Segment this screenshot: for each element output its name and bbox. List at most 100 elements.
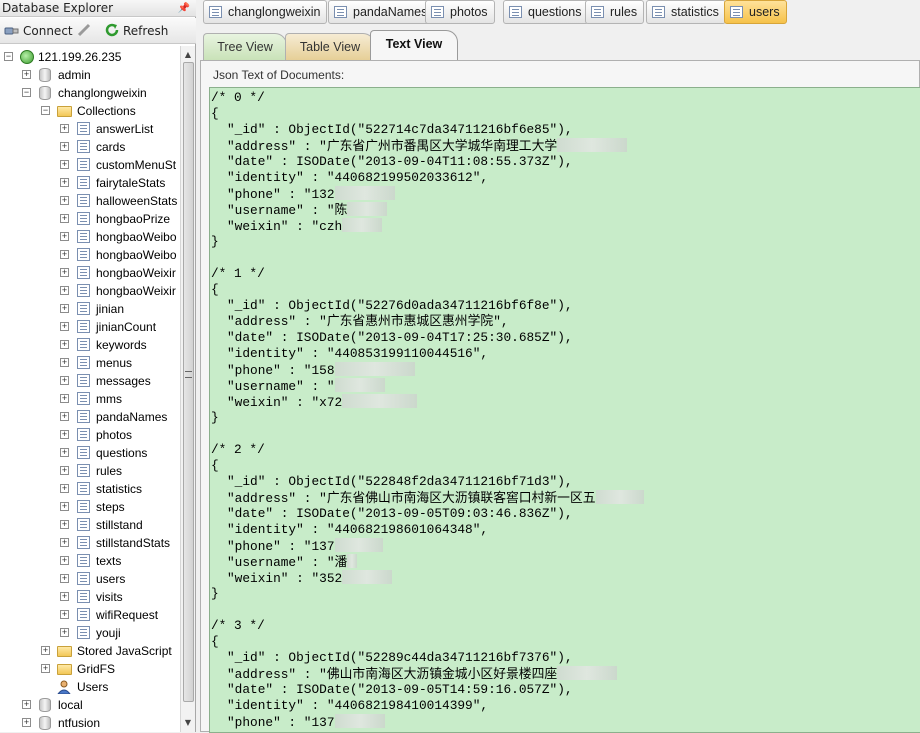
- expand-icon[interactable]: +: [60, 574, 69, 583]
- expand-icon[interactable]: +: [60, 160, 69, 169]
- expand-icon[interactable]: +: [60, 466, 69, 475]
- expand-icon[interactable]: +: [60, 268, 69, 277]
- folder-icon: [57, 664, 72, 675]
- json-field-line: "date" : ISODate("2013-09-05T09:03:46.83…: [211, 506, 920, 522]
- expand-icon[interactable]: +: [60, 628, 69, 637]
- collection-icon: [591, 6, 604, 18]
- json-field-text: "identity" : "440682198410014399",: [227, 698, 489, 713]
- connect-button[interactable]: Connect: [4, 21, 73, 41]
- expand-icon[interactable]: +: [60, 340, 69, 349]
- expand-icon[interactable]: +: [60, 520, 69, 529]
- collection-label: messages: [96, 374, 151, 388]
- tab-collection-rules[interactable]: rules: [585, 0, 645, 24]
- expand-icon[interactable]: +: [60, 502, 69, 511]
- redaction-blur: [334, 362, 415, 376]
- json-field-text: "weixin" : "352: [227, 571, 343, 586]
- expand-icon[interactable]: +: [22, 70, 31, 79]
- tab-collection-pandaNames[interactable]: pandaNames: [328, 0, 435, 24]
- expand-icon[interactable]: +: [60, 412, 69, 421]
- expand-icon[interactable]: +: [60, 214, 69, 223]
- document-panel: changlongweixin pandaNames photos questions…: [197, 0, 920, 733]
- json-field-line: "identity" : "440853199110044516",: [211, 346, 920, 362]
- tree-scrollbar[interactable]: ▲ ▼: [180, 46, 195, 732]
- expand-icon[interactable]: +: [22, 718, 31, 727]
- tab-collection-changlongweixin[interactable]: changlongweixin: [203, 0, 328, 24]
- collapse-icon[interactable]: −: [4, 52, 13, 61]
- expand-icon[interactable]: +: [60, 592, 69, 601]
- expand-icon[interactable]: +: [60, 250, 69, 259]
- refresh-icon: [105, 23, 119, 37]
- json-text-label: Json Text of Documents:: [213, 68, 345, 82]
- collection-icon: [77, 338, 90, 351]
- json-text-editor[interactable]: /* 0 */{"_id" : ObjectId("522714c7da3471…: [209, 87, 920, 733]
- collection-label: questions: [96, 446, 148, 460]
- expand-icon[interactable]: +: [60, 484, 69, 493]
- collection-icon: [77, 230, 90, 243]
- expand-icon[interactable]: +: [41, 646, 50, 655]
- json-field-text: "weixin" : "x72: [227, 395, 343, 410]
- tab-table-view[interactable]: Table View: [285, 33, 375, 60]
- close-brace: }: [211, 410, 219, 425]
- scroll-up-icon[interactable]: ▲: [181, 48, 195, 62]
- tab-collection-statistics[interactable]: statistics: [646, 0, 726, 24]
- json-field-line: "date" : ISODate("2013-09-05T14:59:16.05…: [211, 682, 920, 698]
- gridfs-label: GridFS: [77, 662, 116, 676]
- collection-icon: [77, 518, 90, 531]
- collapse-icon[interactable]: −: [41, 106, 50, 115]
- redaction-blur: [557, 666, 618, 680]
- expand-icon[interactable]: +: [60, 610, 69, 619]
- collection-label: customMenuSt: [96, 158, 177, 172]
- collection-icon: [77, 176, 90, 189]
- tab-collection-questions[interactable]: questions: [503, 0, 589, 24]
- connect-icon: [4, 27, 19, 35]
- expand-icon[interactable]: +: [60, 394, 69, 403]
- expand-icon[interactable]: +: [60, 322, 69, 331]
- tab-label: photos: [450, 5, 488, 19]
- collection-icon: [77, 428, 90, 441]
- json-field-line: "username" : "潘: [211, 554, 920, 570]
- collection-icon: [77, 158, 90, 171]
- tab-label: pandaNames: [353, 5, 428, 19]
- tab-tree-view[interactable]: Tree View: [203, 33, 287, 60]
- disconnect-icon: [77, 23, 91, 37]
- json-field-line: "identity" : "440682198410014399",: [211, 698, 920, 714]
- collection-label: hongbaoPrize: [96, 212, 171, 226]
- expand-icon[interactable]: +: [60, 142, 69, 151]
- expand-icon[interactable]: +: [60, 358, 69, 367]
- collection-icon: [77, 356, 90, 369]
- document-index-comment: /* 0 */: [211, 90, 265, 105]
- expand-icon[interactable]: +: [60, 430, 69, 439]
- collection-icon: [77, 554, 90, 567]
- scroll-down-icon[interactable]: ▼: [181, 716, 195, 730]
- expand-icon[interactable]: +: [60, 376, 69, 385]
- text-view-area: Json Text of Documents: /* 0 */{"_id" : …: [200, 60, 920, 733]
- expand-icon[interactable]: +: [60, 124, 69, 133]
- scrollbar-thumb[interactable]: [183, 62, 194, 702]
- collection-icon: [652, 6, 665, 18]
- document-index-comment: /* 3 */: [211, 618, 265, 633]
- tab-label: rules: [610, 5, 638, 19]
- expand-icon[interactable]: +: [60, 448, 69, 457]
- collection-icon: [77, 122, 90, 135]
- collapse-icon[interactable]: −: [22, 88, 31, 97]
- expand-icon[interactable]: +: [60, 178, 69, 187]
- pin-icon[interactable]: 📌: [178, 1, 190, 17]
- json-document: /* 0 */{"_id" : ObjectId("522714c7da3471…: [211, 90, 920, 250]
- tab-text-view[interactable]: Text View: [370, 30, 458, 61]
- redaction-blur: [342, 218, 383, 232]
- disconnect-button[interactable]: [76, 21, 95, 41]
- expand-icon[interactable]: +: [60, 286, 69, 295]
- expand-icon[interactable]: +: [60, 556, 69, 565]
- explorer-toolbar: Connect Refresh: [0, 18, 196, 44]
- expand-icon[interactable]: +: [60, 196, 69, 205]
- expand-icon[interactable]: +: [22, 700, 31, 709]
- tab-collection-photos[interactable]: photos: [425, 0, 495, 24]
- expand-icon[interactable]: +: [60, 232, 69, 241]
- tab-collection-users[interactable]: users: [724, 0, 787, 24]
- expand-icon[interactable]: +: [60, 304, 69, 313]
- refresh-button[interactable]: Refresh: [104, 21, 168, 41]
- expand-icon[interactable]: +: [60, 538, 69, 547]
- expand-icon[interactable]: +: [41, 664, 50, 673]
- json-field-text: "username" : "潘: [227, 555, 348, 570]
- json-document: /* 1 */{"_id" : ObjectId("52276d0ada3471…: [211, 266, 920, 426]
